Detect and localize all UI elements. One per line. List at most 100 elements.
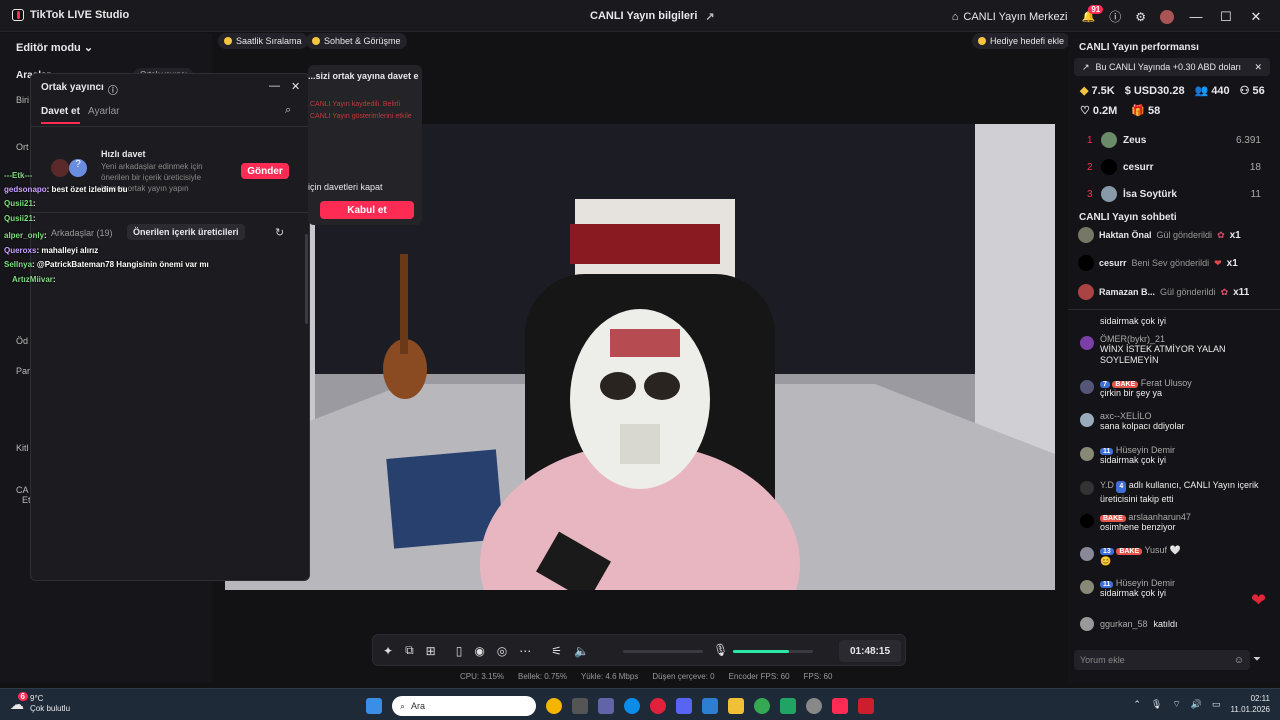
profile-avatar[interactable] [1160, 9, 1174, 24]
scrollbar[interactable] [305, 234, 308, 324]
steam-icon[interactable] [806, 698, 822, 714]
divider [31, 126, 309, 127]
live-center-label: CANLI Yayın Merkezi [963, 10, 1068, 23]
chrome-icon[interactable] [546, 698, 562, 714]
avatar [1078, 284, 1094, 300]
taskbar-search[interactable]: ⌕ Ara [392, 696, 536, 716]
upload-stat: Yükle: 4.6 Mbps [580, 672, 639, 681]
notification-button[interactable]: 🔔 91 [1082, 5, 1104, 23]
store-icon[interactable] [572, 698, 588, 714]
avatar [1078, 255, 1094, 271]
mic-tray-icon[interactable]: 🎙 [1151, 699, 1162, 710]
diamond-icon: ◆ [1080, 85, 1089, 97]
speaker-volume-slider[interactable] [623, 650, 703, 653]
search-icon[interactable]: ⌕ [285, 104, 291, 117]
windows-taskbar: ☁ 6 9°C Çok bulutlu ⌕ Ara ⌃ 🎙 ⌔ 🔊 ▭ 02:11 … [0, 688, 1280, 720]
microphone-icon[interactable]: 🎙 [713, 643, 728, 657]
overlay-chat-line: alper_only: [4, 231, 47, 240]
mail-icon[interactable] [702, 698, 718, 714]
dollar-icon: $ [1124, 84, 1131, 97]
teams-icon[interactable] [598, 698, 614, 714]
minimize-dialog-button[interactable]: — [269, 80, 280, 92]
accept-button[interactable]: Kabul et [320, 201, 414, 219]
mic-volume-fill [733, 650, 789, 653]
control-icons: ✦ ⧉ ⊞ ▯ ◉ ◎ ⋯ ⚟ 🔈 [383, 643, 589, 658]
edge-icon[interactable] [624, 698, 640, 714]
tab-invite[interactable]: Davet et [41, 106, 80, 124]
scene-icon[interactable]: ⧉ [405, 643, 414, 658]
ranking-row[interactable]: 2 cesurr 18 [1087, 159, 1261, 175]
battery-icon[interactable]: ▭ [1212, 699, 1221, 710]
sliders-icon[interactable]: ⚟ [551, 644, 562, 658]
lightbulb-icon [978, 37, 986, 45]
camera-icon[interactable]: ◎ [497, 644, 507, 658]
comment-input[interactable]: Yorum ekle ☺ [1074, 650, 1250, 670]
live-center-button[interactable]: ⌂ CANLI Yayın Merkezi [952, 11, 1068, 23]
tab-settings[interactable]: Ayarlar [88, 106, 120, 117]
magic-wand-icon[interactable]: ✦ [383, 644, 393, 658]
cohost-dialog-title: Ortak yayıncı [41, 82, 104, 93]
youtube-icon[interactable] [858, 698, 874, 714]
ranking-row[interactable]: 1 Zeus 6.391 [1087, 132, 1261, 148]
close-invites-label[interactable]: için davetleri kapat [308, 182, 383, 192]
clock[interactable]: 02:11 11.01.2026 [1231, 693, 1270, 715]
emoji-icon[interactable]: ☺ [1234, 655, 1244, 666]
volume-tray-icon[interactable]: 🔊 [1191, 699, 1202, 710]
live-info-button[interactable]: CANLI Yayın bilgileri ↗ [590, 10, 715, 23]
cohost-dialog-header: Ortak yayıncı ⓘ [41, 82, 118, 97]
close-window-button[interactable]: ✕ [1248, 9, 1264, 25]
side-label-2: Ort [16, 142, 29, 152]
opera-icon[interactable] [650, 698, 666, 714]
record-icon[interactable]: ◉ [474, 644, 484, 658]
chat-item: 11 Hüseyin Demir sidairmak çok iyi [1078, 578, 1258, 598]
avatar [1080, 617, 1094, 631]
overlay-chat-line: Sellnya: @PatrickBateman78 Hangisinin ön… [4, 260, 209, 269]
rose-icon: ✿ [1217, 229, 1225, 240]
send-button[interactable]: Gönder [241, 163, 289, 179]
side-label-5: Kitl [16, 443, 29, 453]
tab-friends[interactable]: Arkadaşlar (19) [51, 228, 113, 238]
hourly-ranking-chip[interactable]: Saatlik Sıralama [218, 33, 308, 49]
overlay-chat-line: Qusii21: [4, 214, 36, 223]
floating-heart-icon: ❤ [1251, 590, 1267, 610]
close-banner-icon[interactable]: ✕ [1254, 62, 1262, 73]
phone-icon[interactable]: ▯ [456, 644, 463, 658]
weather-widget[interactable]: ☁ 6 9°C Çok bulutlu [10, 691, 70, 714]
xbox-icon[interactable] [780, 698, 796, 714]
gift-row: Haktan Önal Gül gönderildi ✿ x1 [1078, 226, 1264, 244]
avatar [1080, 413, 1094, 427]
maximize-button[interactable]: ☐ [1218, 9, 1234, 25]
app-brand: TikTok LIVE Studio [12, 9, 129, 21]
avatar [1080, 380, 1094, 394]
more-icon[interactable]: ⋯ [519, 644, 531, 658]
trophy-icon [224, 37, 232, 45]
wifi-icon[interactable]: ⌔ [1172, 699, 1180, 710]
minimize-button[interactable]: — [1188, 9, 1204, 24]
add-source-icon[interactable]: ⊞ [426, 644, 436, 658]
tiktok-studio-icon[interactable] [832, 698, 848, 714]
cloud-icon: ☁ 6 [10, 691, 28, 713]
ranking-row[interactable]: 3 İsa Soytürk 11 [1087, 186, 1261, 202]
speaker-icon[interactable]: 🔈 [574, 644, 589, 658]
side-label-6: CA [16, 485, 29, 495]
rank-name: Zeus [1123, 134, 1147, 146]
editor-mode-dropdown[interactable]: Editör modu ⌄ [16, 41, 93, 54]
help-icon[interactable]: ⓘ [1109, 8, 1121, 25]
new-followers-stat: ⚇ 56 [1239, 84, 1265, 98]
discord-icon[interactable] [676, 698, 692, 714]
tab-suggested[interactable]: Önerilen içerik üreticileri [127, 224, 245, 240]
gift-row: cesurr Beni Sev gönderildi ❤ x1 [1078, 254, 1264, 272]
info-icon[interactable]: ⓘ [108, 82, 118, 97]
chevron-up-icon[interactable]: ⌃ [1133, 699, 1141, 710]
mic-volume-slider[interactable] [733, 650, 813, 653]
close-dialog-button[interactable]: ✕ [291, 80, 300, 93]
chat-call-chip[interactable]: Sohbet & Görüşme [306, 33, 407, 49]
windows-start-icon[interactable] [366, 698, 382, 714]
gift-goal-chip[interactable]: Hediye hedefi ekle [972, 33, 1071, 49]
refresh-icon[interactable]: ↻ [275, 226, 284, 239]
filter-icon[interactable]: ⏷ [1253, 654, 1261, 665]
chrome-alt-icon[interactable] [754, 698, 770, 714]
folder-icon[interactable] [728, 698, 744, 714]
likes-stat: ♡ 0.2M [1080, 104, 1118, 118]
settings-icon[interactable]: ⚙ [1135, 10, 1146, 24]
